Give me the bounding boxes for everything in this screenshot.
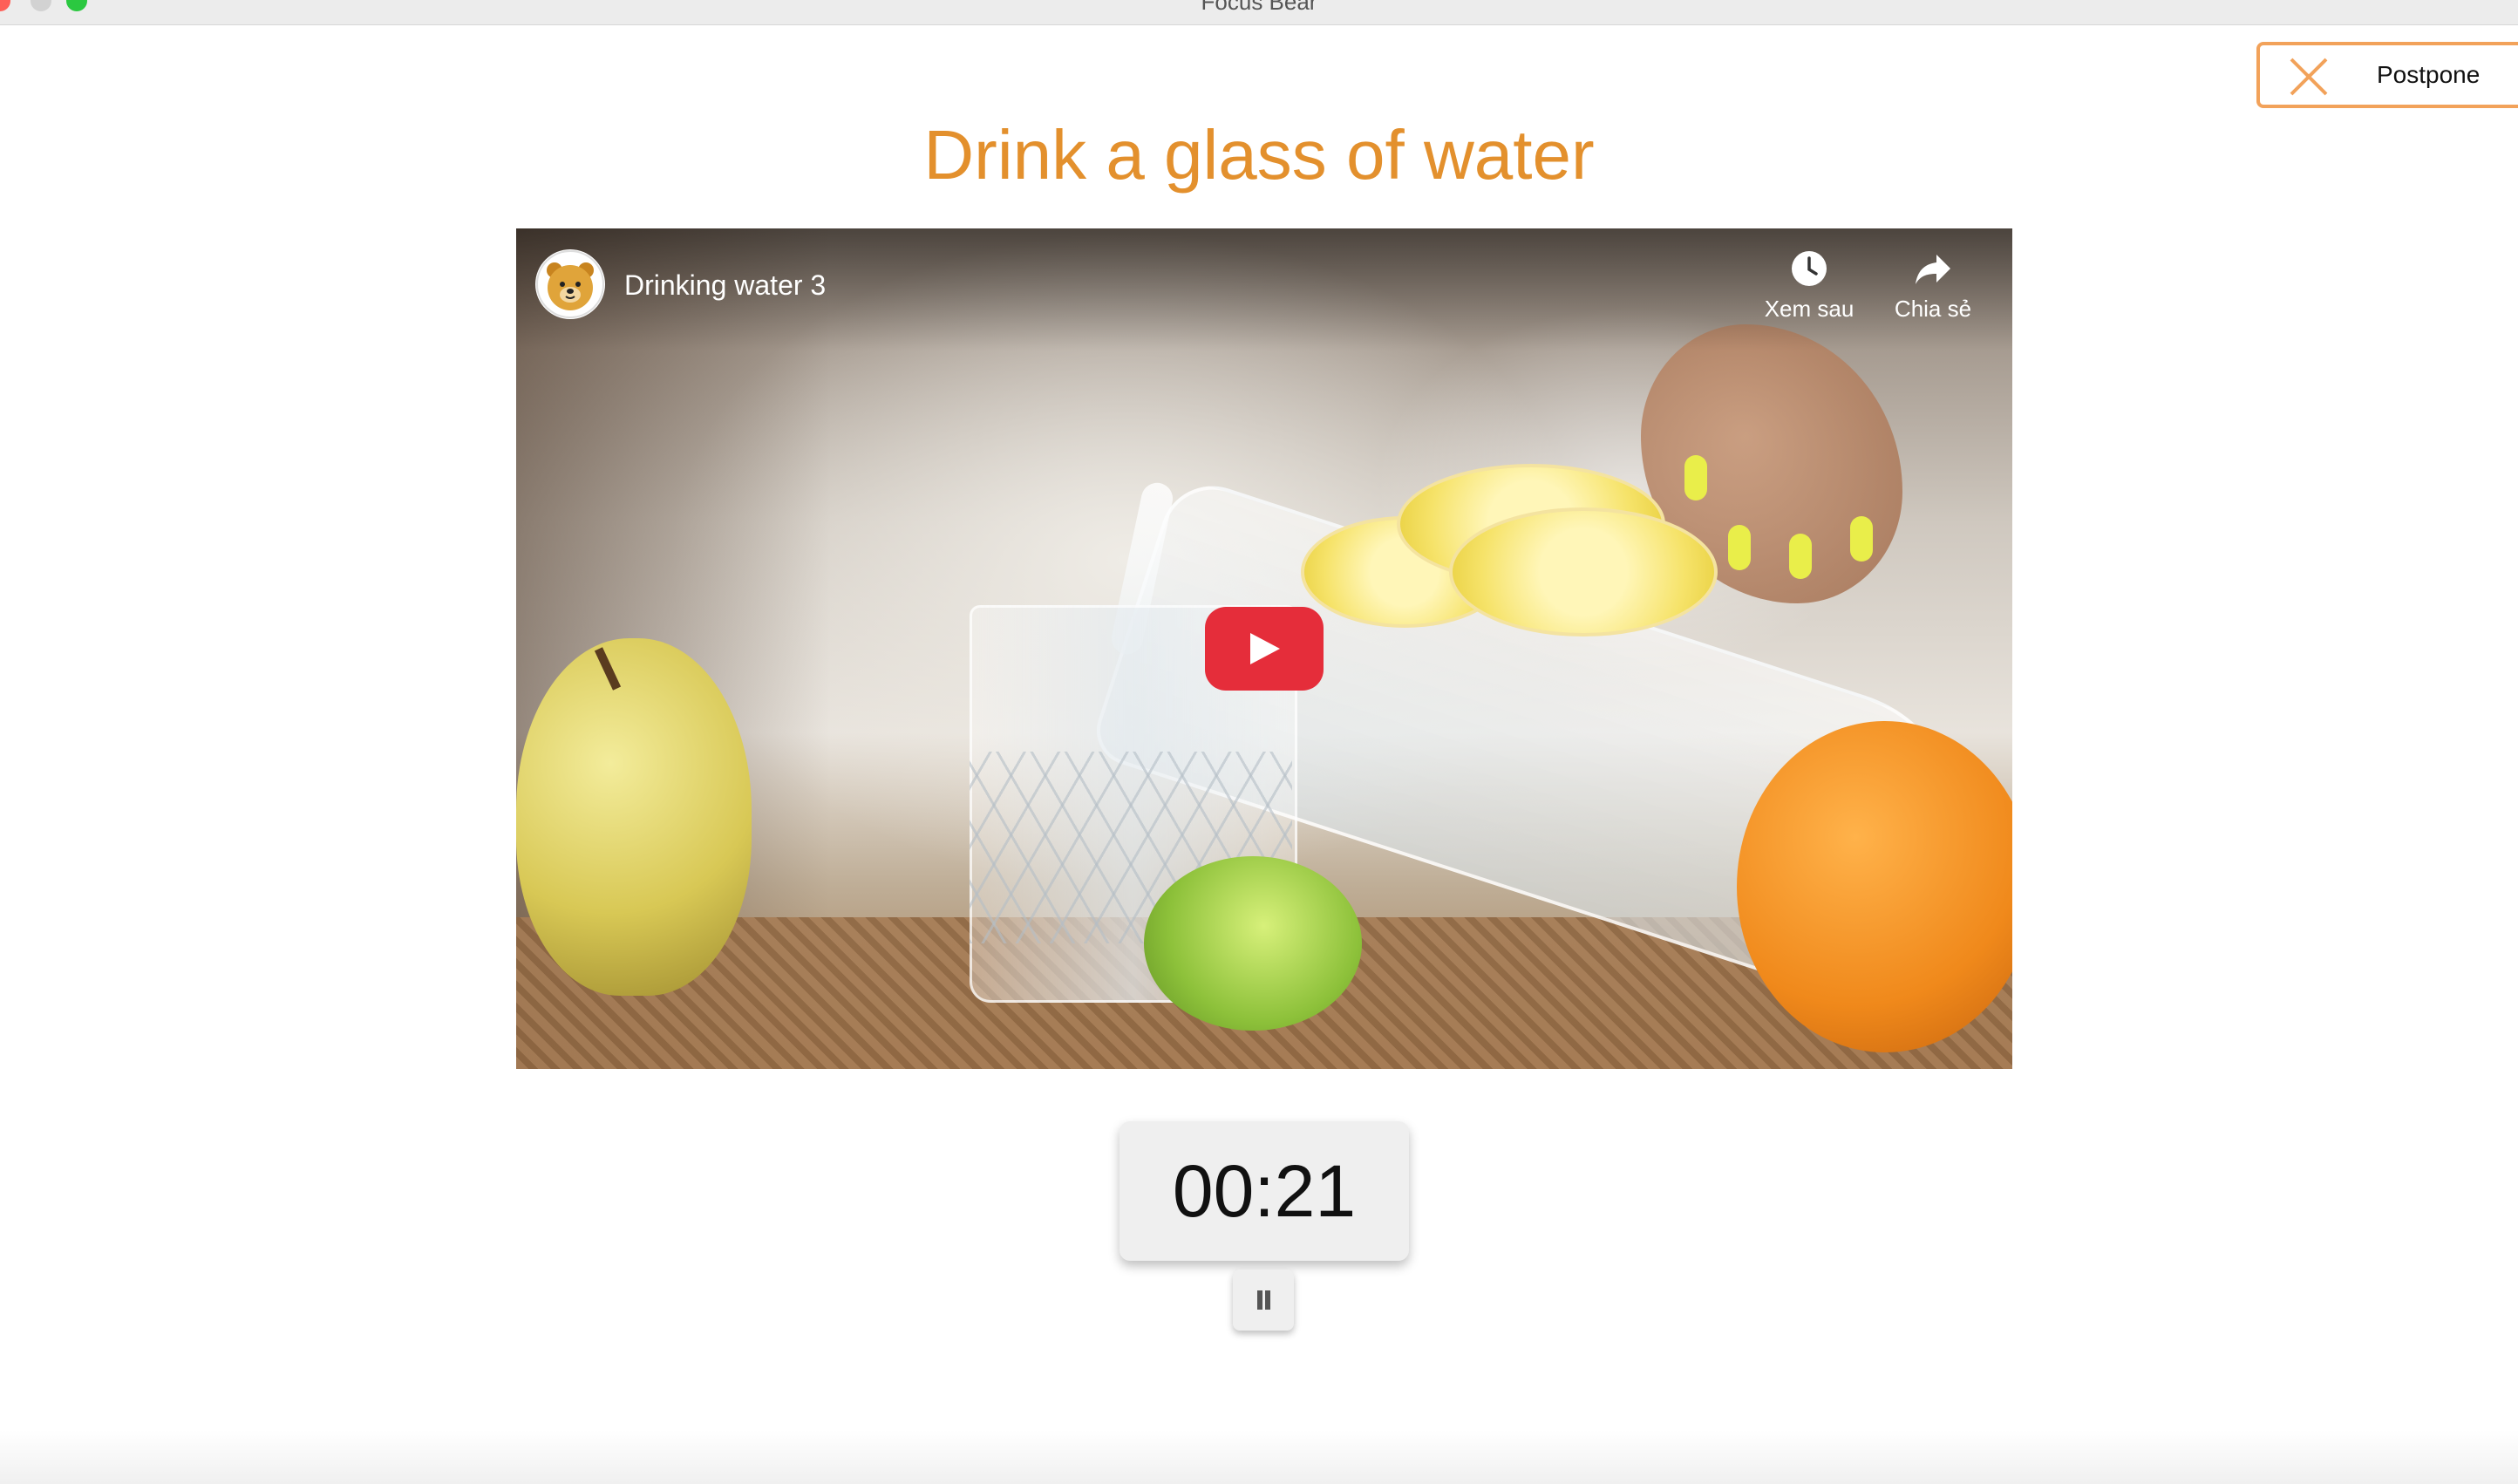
share-button[interactable]: Chia sẻ [1876, 248, 1990, 326]
clock-icon [1792, 251, 1827, 286]
postpone-button[interactable]: Postpone [2256, 42, 2518, 108]
video-title[interactable]: Drinking water 3 [624, 263, 826, 307]
bottom-shadow [0, 1430, 2518, 1484]
video-player[interactable]: Drinking water 3 Xem sau Chia sẻ [516, 228, 2012, 1069]
pause-button[interactable] [1233, 1270, 1294, 1331]
postpone-label: Postpone [2377, 61, 2481, 88]
countdown-timer: 00:21 [1119, 1121, 1409, 1261]
watch-later-button[interactable]: Xem sau [1752, 248, 1866, 326]
play-icon [1250, 633, 1280, 664]
play-button[interactable] [1205, 607, 1324, 691]
share-label: Chia sẻ [1894, 296, 1972, 322]
bear-logo-icon[interactable] [535, 249, 605, 319]
window-title: Focus Bear [1201, 0, 1317, 15]
share-icon [1916, 255, 1950, 284]
window-titlebar: Focus Bear [0, 0, 2518, 25]
habit-title: Drink a glass of water [923, 116, 1595, 194]
watch-later-label: Xem sau [1764, 296, 1854, 322]
close-icon [2290, 58, 2328, 96]
